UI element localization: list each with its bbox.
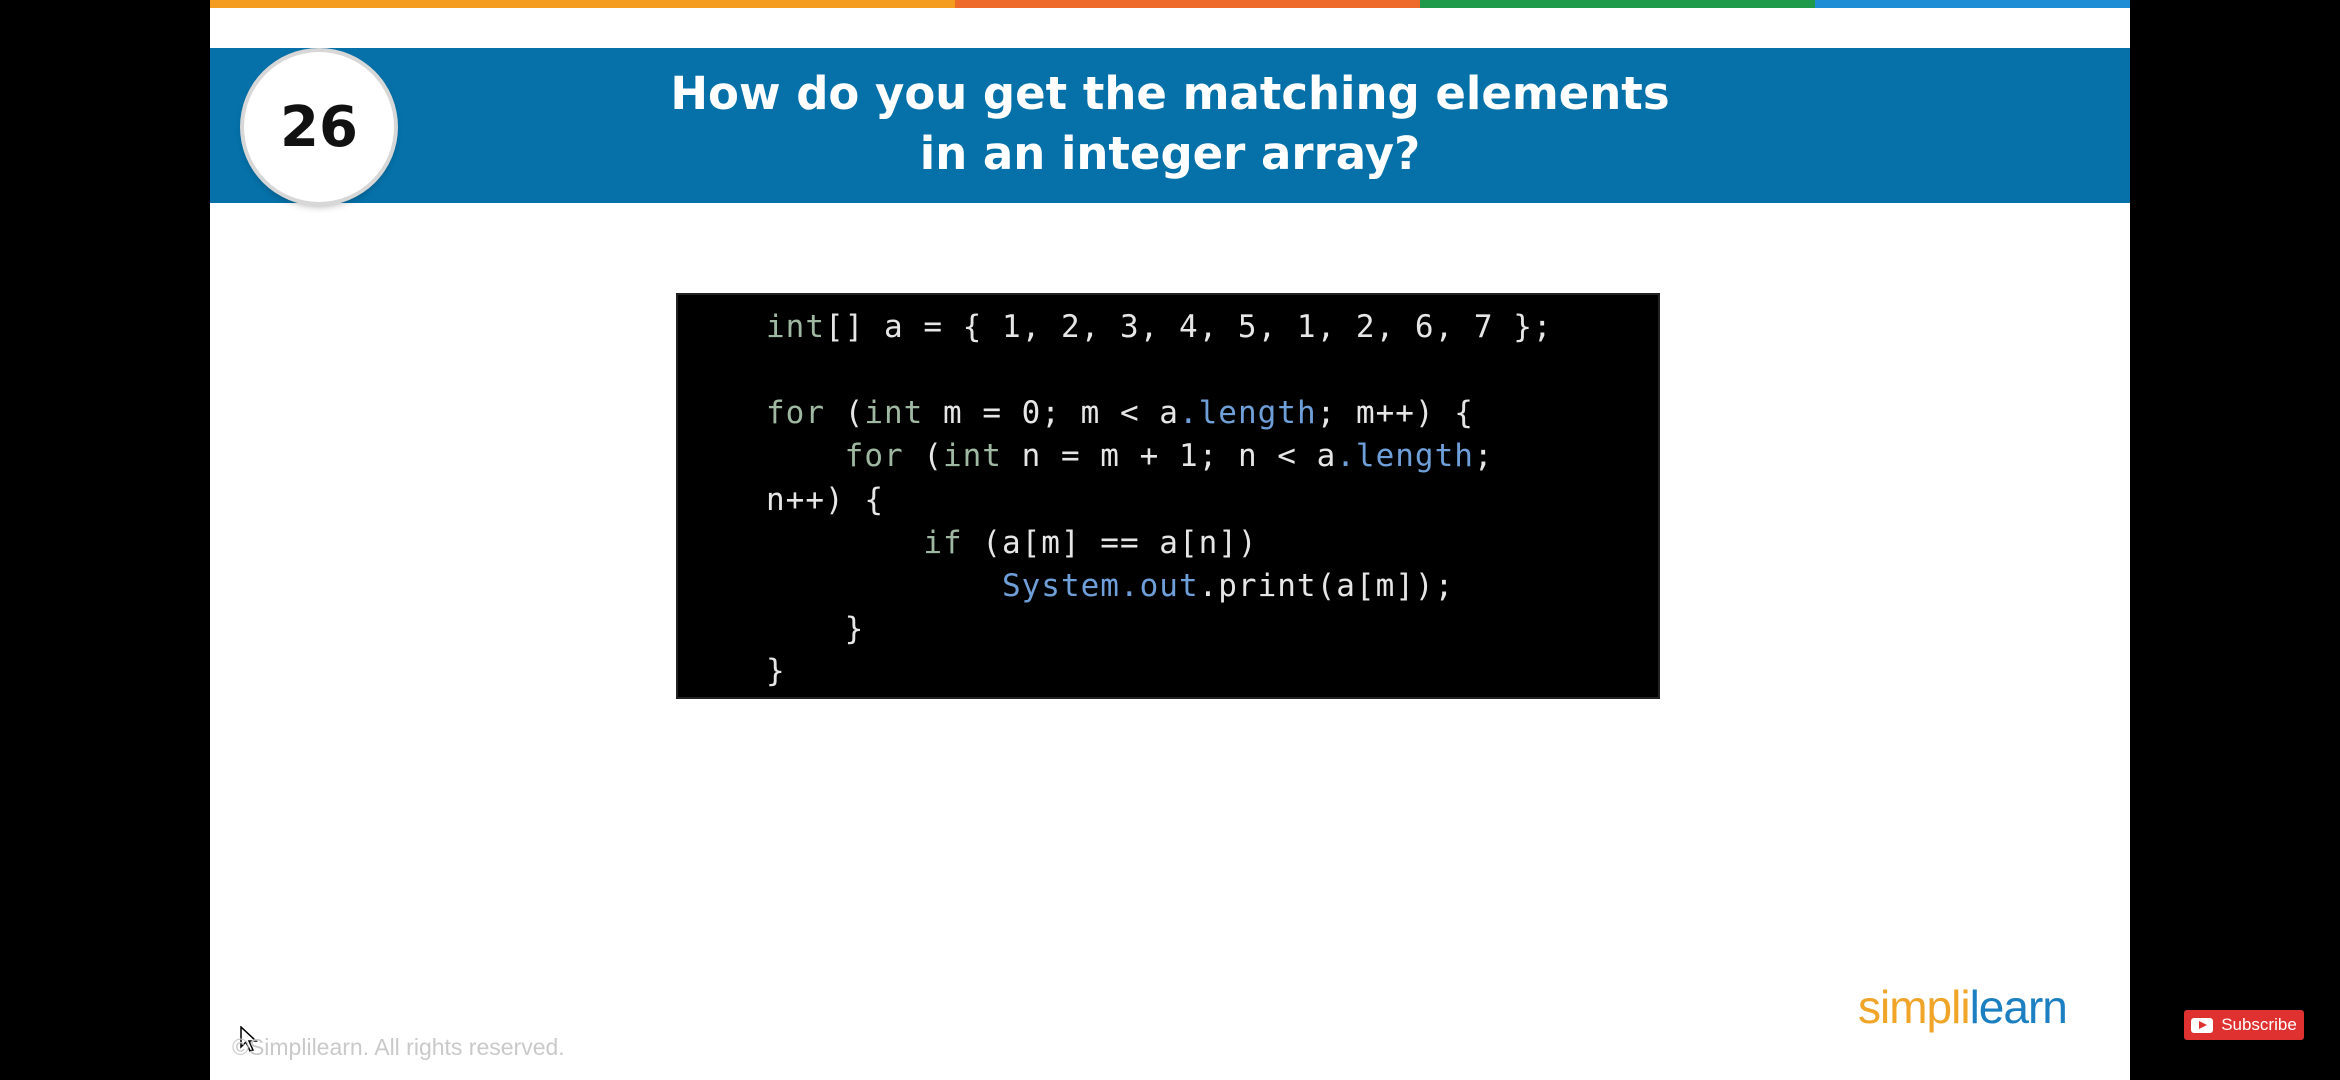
logo-part-2: learn xyxy=(1969,981,2068,1033)
code-line: for (int m = 0; m < a.length; m++) { xyxy=(766,395,1474,431)
simplilearn-logo: simplilearn xyxy=(1858,980,2068,1034)
code-line: int[] a = { 1, 2, 3, 4, 5, 1, 2, 6, 7 }; xyxy=(766,309,1553,345)
video-viewport[interactable]: 26 How do you get the matching elements … xyxy=(0,0,2340,1080)
subscribe-button[interactable]: Subscribe xyxy=(2184,1010,2304,1040)
logo-separator: i xyxy=(1960,981,1970,1033)
copyright-text: ©Simplilearn. All rights reserved. xyxy=(232,1034,565,1060)
code-snippet: int[] a = { 1, 2, 3, 4, 5, 1, 2, 6, 7 };… xyxy=(676,293,1660,699)
code-line: if (a[m] == a[n]) xyxy=(923,525,1258,561)
slide-title-line-2: in an integer array? xyxy=(919,127,1421,180)
code-line: n++) { xyxy=(766,482,884,518)
code-line: } xyxy=(766,611,865,647)
code-line: System.out.print(a[m]); xyxy=(1001,568,1455,604)
slide-title: How do you get the matching elements in … xyxy=(460,64,1880,184)
slide-title-line-1: How do you get the matching elements xyxy=(670,67,1670,120)
question-number-badge: 26 xyxy=(244,52,394,202)
slide: 26 How do you get the matching elements … xyxy=(210,0,2130,1080)
code-line: } xyxy=(766,653,786,689)
logo-part-1: simpl xyxy=(1858,981,1961,1033)
subscribe-label: Subscribe xyxy=(2221,1015,2297,1034)
youtube-icon xyxy=(2191,1017,2214,1033)
top-color-strip xyxy=(210,0,2130,8)
code-line: for (int n = m + 1; n < a.length; xyxy=(844,438,1494,474)
question-number: 26 xyxy=(280,94,358,160)
